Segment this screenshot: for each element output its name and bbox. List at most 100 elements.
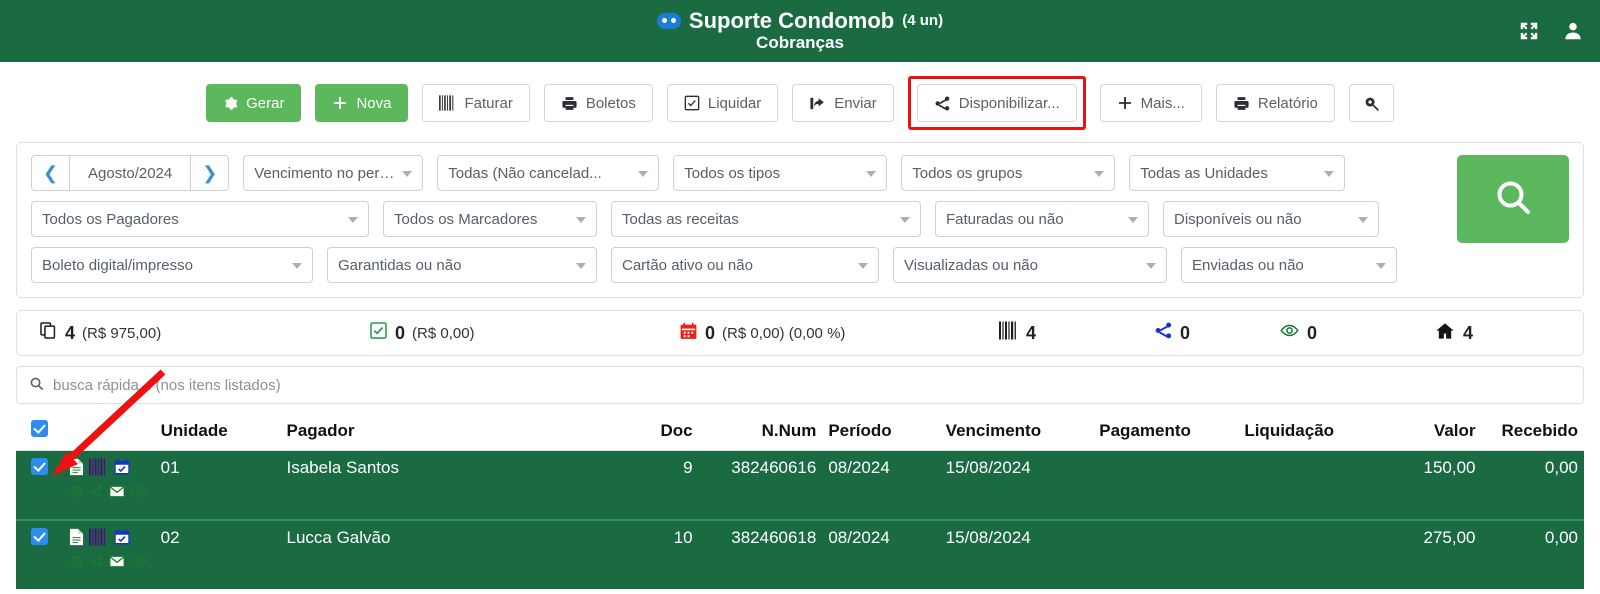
plus-icon: [332, 95, 348, 111]
chevron-down-icon: [638, 171, 649, 177]
filter-panel: ❮ Agosto/2024 ❯ Vencimento no perío... T…: [16, 142, 1584, 298]
summary-faturadas-count: 4: [1026, 322, 1037, 343]
share-icon: [1154, 321, 1173, 345]
calendar-icon: [679, 321, 698, 346]
calendar-icon[interactable]: [113, 528, 131, 551]
document-icon[interactable]: [69, 528, 84, 551]
chevron-down-icon: [292, 263, 302, 269]
enviar-button[interactable]: Enviar: [792, 84, 894, 122]
filter-boleto-tipo[interactable]: Boleto digital/impresso: [31, 247, 313, 283]
col-header-periodo[interactable]: Período: [822, 414, 940, 451]
row-checkbox[interactable]: [30, 528, 48, 545]
filter-cartao[interactable]: Cartão ativo ou não: [611, 247, 879, 283]
action-toolbar: Gerar Nova Faturar Boletos Liquidar Envi…: [0, 62, 1600, 142]
relatorio-label: Relatório: [1257, 94, 1318, 112]
filter-receitas[interactable]: Todas as receitas: [611, 201, 921, 237]
col-header-doc[interactable]: Doc: [600, 414, 699, 451]
gear-icon: [223, 96, 238, 111]
barcode-icon[interactable]: [88, 458, 108, 481]
summary-disponibilizadas-count: 0: [1180, 322, 1191, 343]
row-liquidacao: [1238, 520, 1381, 589]
col-header-pagador[interactable]: Pagador: [280, 414, 601, 451]
eye-icon[interactable]: [130, 553, 147, 573]
share-icon[interactable]: [89, 483, 104, 503]
disponibilizar-button[interactable]: Disponibilizar...: [916, 84, 1077, 122]
quick-search-placeholder: busca rápida... (nos itens listados): [53, 376, 281, 394]
document-icon[interactable]: [69, 458, 84, 481]
col-header-recebido[interactable]: Recebido: [1481, 414, 1584, 451]
user-icon[interactable]: [1562, 20, 1584, 42]
gerar-button[interactable]: Gerar: [206, 84, 302, 122]
filter-faturadas[interactable]: Faturadas ou não: [935, 201, 1149, 237]
apply-filters-search-button[interactable]: [1457, 155, 1569, 243]
row-periodo: 08/2024: [828, 458, 890, 477]
search-plus-button[interactable]: [1348, 84, 1394, 122]
table-row[interactable]: 01 Isabela Santos 9 382460616 08/2024 15…: [16, 450, 1584, 520]
app-header-actions: [1518, 0, 1584, 62]
icons-header: [62, 414, 155, 451]
share-icon[interactable]: [89, 553, 104, 573]
row-doc: 9: [683, 458, 693, 477]
filter-unidades[interactable]: Todas as Unidades: [1129, 155, 1346, 191]
printer-icon: [561, 95, 578, 112]
quick-search-field[interactable]: busca rápida... (nos itens listados): [16, 366, 1584, 404]
filter-row-3: Boleto digital/impresso Garantidas ou nã…: [31, 247, 1569, 283]
filter-disponiveis[interactable]: Disponíveis ou não: [1163, 201, 1379, 237]
filter-vencimento-periodo[interactable]: Vencimento no perío...: [243, 155, 424, 191]
col-header-pagamento[interactable]: Pagamento: [1093, 414, 1239, 451]
col-header-liquidacao[interactable]: Liquidação: [1238, 414, 1382, 451]
nova-button[interactable]: Nova: [315, 84, 409, 122]
filter-pagadores[interactable]: Todos os Pagadores: [31, 201, 369, 237]
bank-icon[interactable]: [69, 553, 84, 573]
summary-vencidas-detail: (R$ 0,00) (0,00 %): [722, 324, 846, 342]
row-nnum: 382460616: [731, 458, 817, 477]
row-icons-cell: [63, 520, 155, 589]
envelope-icon[interactable]: [109, 483, 125, 503]
summary-visualizadas-count: 0: [1307, 322, 1318, 343]
chevron-down-icon: [576, 217, 586, 223]
col-header-nnum[interactable]: N.Num: [698, 414, 823, 451]
eye-icon[interactable]: [130, 483, 147, 503]
mais-button[interactable]: Mais...: [1099, 84, 1202, 122]
filter-marcadores[interactable]: Todos os Marcadores: [383, 201, 597, 237]
liquidar-label: Liquidar: [707, 94, 762, 112]
boletos-button[interactable]: Boletos: [543, 84, 653, 122]
chevron-right-icon[interactable]: ❯: [190, 156, 229, 190]
bank-icon[interactable]: [69, 483, 84, 503]
home-icon: [1434, 321, 1456, 346]
filter-boleto-tipo-label: Boleto digital/impresso: [42, 256, 193, 274]
chevron-down-icon: [402, 171, 413, 177]
filter-tipos[interactable]: Todos os tipos: [673, 155, 888, 191]
select-all-checkbox[interactable]: [30, 420, 48, 437]
summary-total-count: 4: [65, 322, 76, 343]
eye-icon: [1279, 321, 1300, 345]
month-label[interactable]: Agosto/2024: [70, 165, 190, 182]
col-header-unidade[interactable]: Unidade: [154, 414, 281, 451]
relatorio-button[interactable]: Relatório: [1215, 84, 1335, 122]
chevron-left-icon[interactable]: ❮: [32, 156, 70, 190]
envelope-icon[interactable]: [109, 553, 125, 573]
filter-marcadores-label: Todos os Marcadores: [394, 210, 538, 228]
filter-grupos[interactable]: Todos os grupos: [901, 155, 1116, 191]
faturar-button[interactable]: Faturar: [422, 84, 530, 122]
row-checkbox[interactable]: [30, 458, 48, 475]
row-recebido: 0,00: [1544, 528, 1578, 547]
filter-enviadas[interactable]: Enviadas ou não: [1181, 247, 1397, 283]
expand-arrows-icon[interactable]: [1518, 20, 1540, 42]
col-header-vencimento[interactable]: Vencimento: [939, 414, 1094, 451]
check-box-icon: [369, 321, 388, 345]
table-row[interactable]: 02 Lucca Galvão 10 382460618 08/2024 15/…: [16, 520, 1584, 589]
filter-status[interactable]: Todas (Não cancelad...: [437, 155, 660, 191]
summary-vencidas-count: 0: [705, 322, 716, 343]
row-vencimento: 15/08/2024: [945, 458, 1031, 477]
enviar-label: Enviar: [834, 94, 877, 112]
calendar-icon[interactable]: [113, 458, 131, 481]
liquidar-button[interactable]: Liquidar: [666, 84, 779, 122]
filter-visualizadas[interactable]: Visualizadas ou não: [893, 247, 1167, 283]
barcode-icon[interactable]: [88, 528, 108, 551]
filter-cartao-label: Cartão ativo ou não: [622, 256, 753, 274]
col-header-valor[interactable]: Valor: [1381, 414, 1482, 451]
filter-garantidas[interactable]: Garantidas ou não: [327, 247, 597, 283]
page-subtitle: Cobranças: [756, 33, 844, 53]
row-doc: 10: [673, 528, 693, 547]
